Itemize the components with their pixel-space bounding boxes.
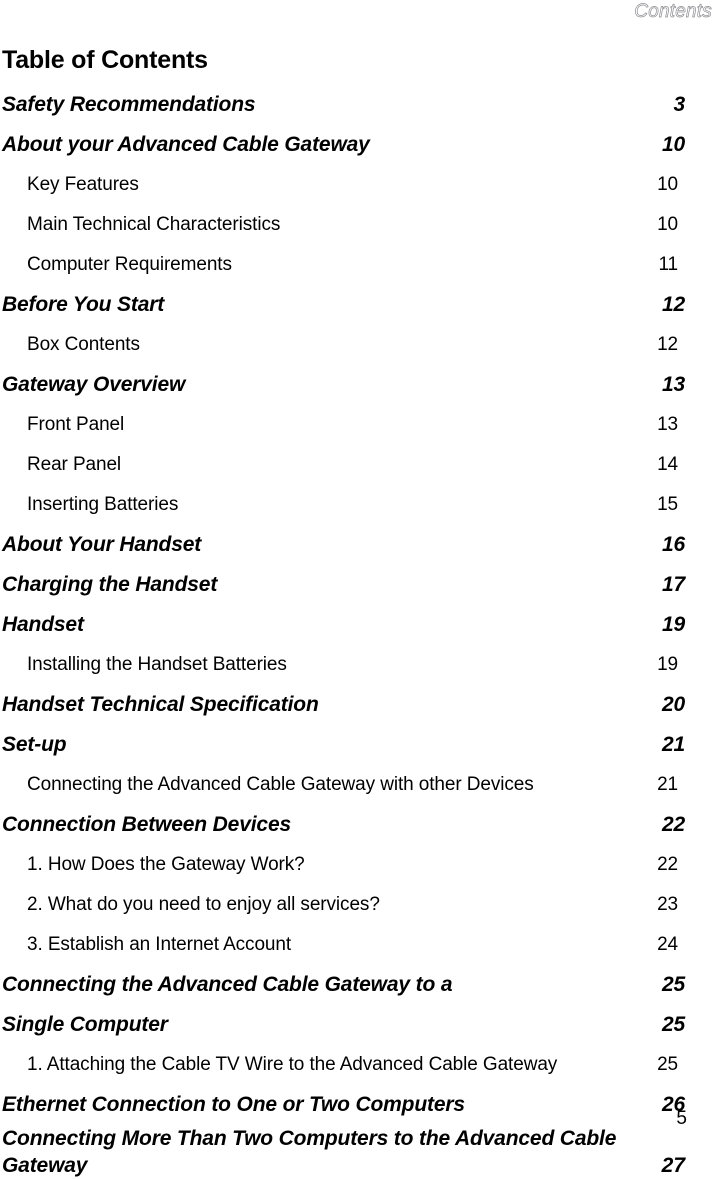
page-footer: 5 <box>0 1108 718 1130</box>
toc-entry-list: Safety Recommendations 3 About your Advanc… <box>2 85 686 1179</box>
toc-entry[interactable]: Connecting the Advanced Cable Gateway to… <box>2 965 686 1005</box>
toc-entry[interactable]: Installing the Handset Batteries 19 <box>2 645 686 685</box>
toc-entry-page: 21 <box>657 774 678 795</box>
toc-entry-label: Handset Technical Specification <box>2 693 319 716</box>
toc-entry-label: About Your Handset <box>2 533 202 556</box>
toc-entry[interactable]: Single Computer 25 <box>2 1005 686 1045</box>
toc-entry[interactable]: Set-up 21 <box>2 725 686 765</box>
toc-entry-label: Installing the Handset Batteries <box>27 654 287 675</box>
footer-page-number: 5 <box>676 1108 687 1129</box>
table-of-contents: Table of Contents Safety Recommendations… <box>2 45 686 1179</box>
toc-entry-page: 14 <box>657 454 678 475</box>
toc-entry[interactable]: Front Panel 13 <box>2 405 686 445</box>
toc-entry-label: Computer Requirements <box>27 254 232 275</box>
toc-entry-label: Gateway Overview <box>2 373 186 396</box>
toc-entry-label: About your Advanced Cable Gateway <box>2 133 370 156</box>
toc-entry-page: 27 <box>661 1154 685 1177</box>
toc-entry[interactable]: Handset 19 <box>2 605 686 645</box>
toc-entry-page: 16 <box>661 533 685 556</box>
toc-entry-label: Rear Panel <box>27 454 122 475</box>
toc-entry[interactable]: Connecting the Advanced Cable Gateway wi… <box>2 765 686 805</box>
toc-entry-label: Connecting More Than Two Computers to th… <box>2 1127 617 1177</box>
toc-entry-label: Safety Recommendations <box>2 93 256 116</box>
toc-entry[interactable]: 3. Establish an Internet Account 24 <box>2 925 686 965</box>
toc-entry-label: Set-up <box>2 733 67 756</box>
toc-entry-label: Inserting Batteries <box>27 494 179 515</box>
toc-entry-label: Box Contents <box>27 334 140 355</box>
toc-entry-page: 13 <box>657 414 678 435</box>
toc-entry-page: 10 <box>657 174 678 195</box>
toc-entry-page: 20 <box>661 693 685 716</box>
toc-entry[interactable]: 1. Attaching the Cable TV Wire to the Ad… <box>2 1045 686 1085</box>
toc-entry[interactable]: Rear Panel 14 <box>2 445 686 485</box>
toc-entry[interactable]: About Your Handset 16 <box>2 525 686 565</box>
toc-entry[interactable]: 1. How Does the Gateway Work? 22 <box>2 845 686 885</box>
toc-entry-page: 11 <box>658 254 678 275</box>
toc-entry-label: 1. How Does the Gateway Work? <box>27 854 305 875</box>
toc-entry-page: 15 <box>657 494 678 515</box>
toc-entry-page: 25 <box>657 1054 678 1075</box>
toc-entry-page: 22 <box>661 813 685 836</box>
page-title: Table of Contents <box>2 46 208 74</box>
toc-entry-page: 13 <box>661 373 685 396</box>
toc-entry-label: Charging the Handset <box>2 573 218 596</box>
toc-entry-page: 23 <box>657 894 678 915</box>
toc-entry-label: Handset <box>2 613 84 636</box>
toc-entry-label: Single Computer <box>2 1013 168 1036</box>
toc-entry-page: 19 <box>661 613 685 636</box>
toc-entry[interactable]: Connection Between Devices 22 <box>2 805 686 845</box>
toc-entry-label: Main Technical Characteristics <box>27 214 281 235</box>
toc-entry[interactable]: Handset Technical Specification 20 <box>2 685 686 725</box>
toc-entry-page: 3 <box>673 93 685 116</box>
toc-entry-page: 10 <box>661 133 685 156</box>
toc-entry-label: 2. What do you need to enjoy all service… <box>27 894 380 915</box>
toc-entry-page: 24 <box>657 934 678 955</box>
running-header: Contents <box>0 0 718 26</box>
toc-entry[interactable]: Box Contents 12 <box>2 325 686 365</box>
toc-entry[interactable]: Gateway Overview 13 <box>2 365 686 405</box>
toc-entry-label: 3. Establish an Internet Account <box>27 934 292 955</box>
toc-entry-page: 25 <box>661 1013 685 1036</box>
toc-entry[interactable]: About your Advanced Cable Gateway 10 <box>2 125 686 165</box>
toc-entry-page: 17 <box>661 573 685 596</box>
toc-entry-page: 12 <box>661 293 685 316</box>
toc-entry[interactable]: Key Features 10 <box>2 165 686 205</box>
toc-entry-label: 1. Attaching the Cable TV Wire to the Ad… <box>27 1054 558 1075</box>
toc-entry-page: 12 <box>657 334 678 355</box>
toc-entry[interactable]: Safety Recommendations 3 <box>2 85 686 125</box>
running-header-label: Contents <box>634 1 712 23</box>
toc-entry[interactable]: Charging the Handset 17 <box>2 565 686 605</box>
toc-entry[interactable]: Main Technical Characteristics 10 <box>2 205 686 245</box>
toc-entry[interactable]: Before You Start 12 <box>2 285 686 325</box>
toc-entry-page: 22 <box>657 854 678 875</box>
toc-entry-label: Connecting the Advanced Cable Gateway to… <box>2 973 453 996</box>
toc-entry-label: Connecting the Advanced Cable Gateway wi… <box>27 774 534 795</box>
toc-entry[interactable]: Inserting Batteries 15 <box>2 485 686 525</box>
toc-entry-page: 21 <box>661 733 685 756</box>
toc-entry-page: 19 <box>657 654 678 675</box>
toc-entry[interactable]: 2. What do you need to enjoy all service… <box>2 885 686 925</box>
toc-entry[interactable]: Connecting More Than Two Computers to th… <box>2 1125 686 1179</box>
toc-entry-label: Key Features <box>27 174 139 195</box>
toc-entry-page: 25 <box>661 973 685 996</box>
toc-entry-label: Before You Start <box>2 293 165 316</box>
toc-entry-label: Front Panel <box>27 414 125 435</box>
toc-entry-page: 10 <box>657 214 678 235</box>
toc-entry[interactable]: Computer Requirements 11 <box>2 245 686 285</box>
toc-entry-label: Connection Between Devices <box>2 813 292 836</box>
